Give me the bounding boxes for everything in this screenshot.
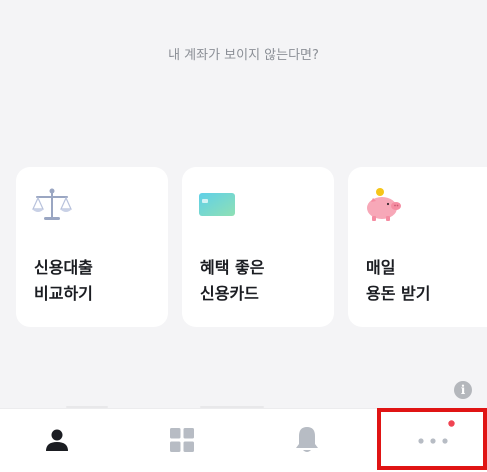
- card-title: 신용대출 비교하기: [34, 255, 93, 307]
- card-title-line-1: 매일: [366, 258, 396, 277]
- info-icon[interactable]: i: [454, 381, 472, 399]
- highlight-box: [377, 408, 487, 470]
- grid-icon: [170, 428, 194, 452]
- bell-icon: [296, 427, 318, 452]
- piggy-bank-icon: [367, 188, 401, 221]
- tab-home[interactable]: [0, 409, 121, 472]
- card-title-line-1: 신용대출: [34, 258, 93, 277]
- card-credit-loan[interactable]: 신용대출 비교하기: [16, 167, 168, 327]
- card-title: 혜택 좋은 신용카드: [200, 255, 264, 307]
- promo-card-carousel: 신용대출 비교하기 혜택 좋은 신용카드 매일 용돈 받기: [0, 167, 487, 329]
- card-credit-card[interactable]: 혜택 좋은 신용카드: [182, 167, 334, 327]
- card-title: 매일 용돈 받기: [366, 255, 430, 307]
- balance-scale-icon: [32, 188, 72, 220]
- tab-menu[interactable]: [121, 409, 242, 472]
- card-title-line-2: 신용카드: [200, 284, 259, 303]
- person-icon: [46, 429, 68, 451]
- tab-notifications[interactable]: [242, 409, 363, 472]
- card-title-line-2: 비교하기: [34, 284, 93, 303]
- card-title-line-1: 혜택 좋은: [200, 258, 265, 277]
- card-daily-allowance[interactable]: 매일 용돈 받기: [348, 167, 487, 327]
- credit-card-icon: [199, 193, 235, 216]
- missing-account-link[interactable]: 내 계좌가 보이지 않는다면?: [0, 44, 487, 63]
- card-title-line-2: 용돈 받기: [366, 284, 431, 303]
